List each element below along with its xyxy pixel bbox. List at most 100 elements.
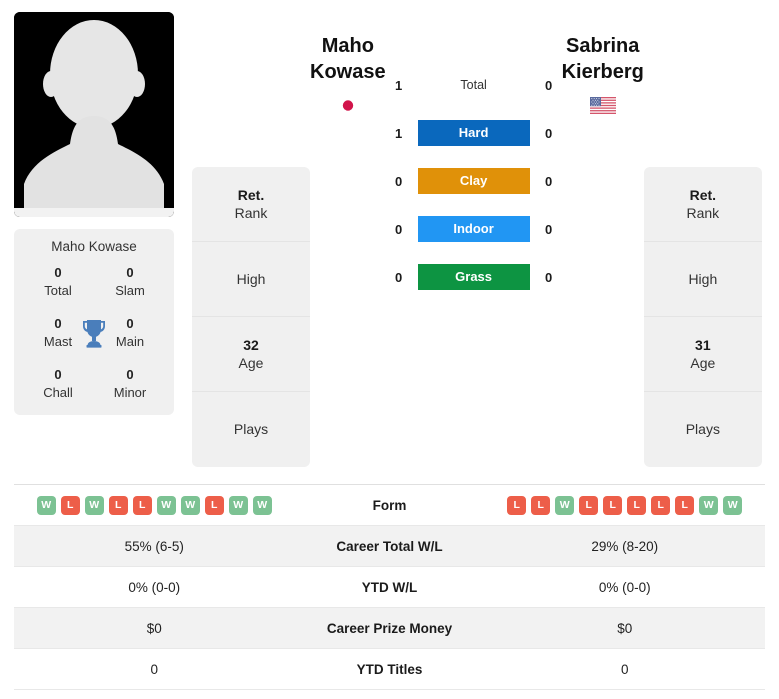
left-h2h-hard: 1 xyxy=(394,125,403,141)
left-career-prize-money: $0 xyxy=(146,620,162,636)
left-titles-chall-value: 0 xyxy=(54,367,62,383)
row-label-form: Form xyxy=(372,497,407,513)
left-titles-grid: 0 Total 0 Slam 0 Mast 0 Main 0 Chall 0 M… xyxy=(22,264,166,401)
left-form-badge: L xyxy=(108,495,128,515)
left-titles-minor: 0 Minor xyxy=(94,366,166,401)
left-form-badge: W xyxy=(84,495,104,515)
row-label-ytd-wl: YTD W/L xyxy=(361,579,418,595)
right-form-strip: LLWLLLLLWW xyxy=(507,495,743,515)
left-titles-slam: 0 Slam xyxy=(94,264,166,299)
left-h2h-clay: 0 xyxy=(394,173,403,189)
left-form-badge: W xyxy=(228,495,248,515)
player-comparison-page: Maho Kowase 0 Total 0 Slam 0 Mast 0 Main… xyxy=(0,0,779,699)
top-section: Maho Kowase 0 Total 0 Slam 0 Mast 0 Main… xyxy=(0,0,779,470)
left-h2h-total: 1 xyxy=(394,77,403,93)
right-info-age-value: 31 xyxy=(695,336,711,353)
right-form-badge: L xyxy=(507,495,527,515)
left-ytd-titles: 0 xyxy=(150,661,158,677)
right-player-info-column: Ret. Rank High 31 Age Plays xyxy=(643,167,762,467)
right-form-badge: L xyxy=(531,495,551,515)
surface-row-indoor: 0 Indoor 0 xyxy=(386,216,562,242)
left-info-age: 32 Age xyxy=(192,317,310,392)
left-player-last-name: Kowase xyxy=(310,60,386,83)
left-info-plays: Plays xyxy=(192,392,310,467)
table-row-ytd-titles: 0 YTD Titles 0 xyxy=(14,649,765,690)
left-titles-slam-value: 0 xyxy=(126,265,134,280)
left-player-flag-wrap xyxy=(310,97,386,115)
left-form-badge: L xyxy=(132,495,152,515)
right-info-plays-label: Plays xyxy=(685,421,720,438)
trophy-icon xyxy=(81,318,107,348)
left-career-total-wl: 55% (6-5) xyxy=(124,538,184,554)
left-titles-minor-label: Minor xyxy=(113,384,147,400)
left-form-badge: W xyxy=(156,495,176,515)
surface-label-indoor[interactable]: Indoor xyxy=(417,216,530,242)
left-titles-minor-value: 0 xyxy=(126,367,134,383)
right-player-first-name: Sabrina xyxy=(566,35,640,57)
left-info-high-label: High xyxy=(236,270,266,287)
left-form-badge: W xyxy=(180,495,200,515)
right-form-badge: L xyxy=(675,495,695,515)
right-ytd-wl: 0% (0-0) xyxy=(598,579,651,595)
right-info-age-label: Age xyxy=(690,355,716,371)
left-titles-slam-label: Slam xyxy=(115,282,145,298)
surface-h2h-list: 1 Total 0 1 Hard 0 0 Clay 0 0 Indoor 0 0… xyxy=(386,72,562,290)
right-info-rank-label: Rank xyxy=(686,205,720,221)
left-player-column: Maho Kowase 0 Total 0 Slam 0 Mast 0 Main… xyxy=(14,12,174,416)
left-form-badge: W xyxy=(36,495,56,515)
surface-label-total[interactable]: Total xyxy=(418,72,530,98)
japan-flag-icon xyxy=(334,97,361,115)
right-ytd-titles: 0 xyxy=(620,661,629,677)
table-row-career-total-wl: 55% (6-5) Career Total W/L 29% (8-20) xyxy=(14,526,765,567)
surface-row-grass: 0 Grass 0 xyxy=(386,264,562,290)
left-titles-chall: 0 Chall xyxy=(22,366,94,401)
usa-flag-icon xyxy=(589,97,616,115)
right-h2h-hard: 0 xyxy=(544,125,553,141)
right-info-rank-value: Ret. xyxy=(689,186,717,203)
left-form-strip: WLWLLWWLWW xyxy=(36,495,272,515)
left-titles-chall-label: Chall xyxy=(43,384,73,400)
right-form-badge: W xyxy=(555,495,575,515)
right-h2h-grass: 0 xyxy=(544,269,553,285)
row-label-career-total-wl: Career Total W/L xyxy=(336,538,443,554)
left-player-first-name: Maho xyxy=(321,35,374,57)
left-player-info-column: Ret. Rank High 32 Age Plays xyxy=(192,167,310,467)
right-info-age: 31 Age xyxy=(643,317,762,392)
row-label-career-prize-money: Career Prize Money xyxy=(326,620,453,636)
left-form-badge: L xyxy=(204,495,224,515)
left-ytd-wl: 0% (0-0) xyxy=(128,579,181,595)
left-player-header: Maho Kowase xyxy=(310,12,386,115)
surface-label-clay[interactable]: Clay xyxy=(417,168,530,194)
right-h2h-total: 0 xyxy=(544,77,553,93)
right-career-prize-money: $0 xyxy=(617,620,633,636)
table-row-career-prize-money: $0 Career Prize Money $0 xyxy=(14,608,765,649)
right-player-header: Sabrina Kierberg xyxy=(562,12,644,115)
left-player-titles-card: Maho Kowase 0 Total 0 Slam 0 Mast 0 Main… xyxy=(14,229,174,416)
right-h2h-indoor: 0 xyxy=(544,221,553,237)
left-titles-total-value: 0 xyxy=(54,265,62,280)
right-info-plays: Plays xyxy=(644,392,762,467)
surface-label-grass[interactable]: Grass xyxy=(417,264,530,290)
table-row-form: WLWLLWWLWW Form LLWLLLLLWW xyxy=(14,485,765,526)
left-titles-total-label: Total xyxy=(44,282,72,298)
right-form-badge: L xyxy=(579,495,599,515)
right-form-badge: L xyxy=(627,495,647,515)
left-info-age-value: 32 xyxy=(243,336,259,353)
left-h2h-grass: 0 xyxy=(394,269,403,285)
left-info-high: High xyxy=(192,242,310,317)
right-form-cell: LLWLLLLLWW xyxy=(485,495,766,515)
left-form-badge: W xyxy=(252,495,272,515)
surface-label-hard[interactable]: Hard xyxy=(417,120,530,146)
comparison-table: WLWLLWWLWW Form LLWLLLLLWW 55% (6-5) Car… xyxy=(14,484,765,690)
left-player-card-name: Maho Kowase xyxy=(51,239,137,254)
right-info-high-label: High xyxy=(688,270,718,287)
left-player-avatar[interactable] xyxy=(14,12,174,217)
right-h2h-clay: 0 xyxy=(544,173,553,189)
left-h2h-indoor: 0 xyxy=(394,221,403,237)
left-titles-total: 0 Total xyxy=(22,264,94,299)
left-info-age-label: Age xyxy=(238,355,264,371)
right-form-badge: L xyxy=(603,495,623,515)
surface-row-total: 1 Total 0 xyxy=(386,72,562,98)
right-form-badge: W xyxy=(723,495,743,515)
center-header-row: Maho Kowase 1 Total 0 1 Hard 0 0 Clay 0 … xyxy=(310,12,644,290)
